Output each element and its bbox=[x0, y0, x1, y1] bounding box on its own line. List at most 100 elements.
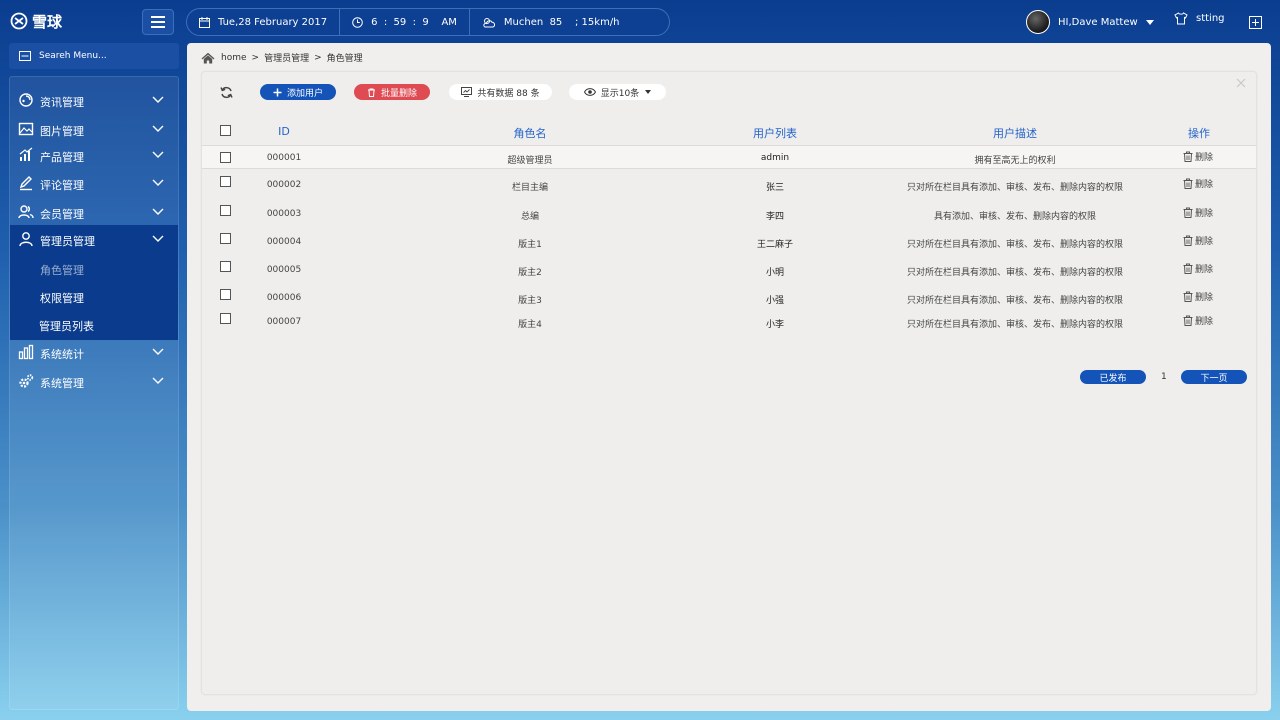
calendar-icon bbox=[199, 16, 210, 28]
column-header-role[interactable]: 角色名 bbox=[514, 125, 547, 141]
chevron-down-icon bbox=[152, 377, 164, 384]
cell-users: 小李 bbox=[765, 320, 785, 330]
row-delete-button[interactable]: 删除 bbox=[1183, 290, 1213, 303]
setting-button[interactable]: stting bbox=[1174, 12, 1225, 25]
weather-text: Muchen 85 ; 15km/h bbox=[503, 16, 620, 28]
row-delete-button[interactable]: 删除 bbox=[1183, 177, 1213, 190]
select-all-checkbox[interactable] bbox=[220, 125, 231, 136]
column-header-id[interactable]: ID bbox=[278, 125, 290, 138]
trash-icon bbox=[1183, 315, 1193, 326]
sidebar-item-label: 评论管理 bbox=[40, 179, 84, 192]
table-row: 000002 栏目主编 张三 只对所在栏目具有添加、审核、发布、删除内容的权限 删除 bbox=[202, 173, 1256, 197]
table-toolbar: 添加用户 批量删除 共有数据 88 条 显示10条 bbox=[202, 84, 1256, 100]
column-header-users[interactable]: 用户列表 bbox=[753, 125, 797, 141]
cell-id: 000007 bbox=[266, 317, 302, 327]
cell-desc: 具有添加、审核、发布、删除内容的权限 bbox=[933, 212, 1097, 222]
trash-icon bbox=[1183, 263, 1193, 274]
row-checkbox[interactable] bbox=[220, 205, 231, 216]
trash-icon bbox=[367, 88, 375, 97]
chevron-down-icon bbox=[152, 208, 164, 215]
edit-icon bbox=[19, 176, 32, 191]
sidebar-item-label: 系统管理 bbox=[40, 377, 84, 390]
cell-users: admin bbox=[760, 153, 790, 163]
weather-segment: Muchen 85 ; 15km/h bbox=[470, 9, 632, 35]
monitor-icon bbox=[461, 87, 473, 97]
add-user-button[interactable]: 添加用户 bbox=[260, 84, 336, 100]
page-size-value: 显示10条 bbox=[600, 88, 640, 99]
table-row: 000007 版主4 小李 只对所在栏目具有添加、审核、发布、删除内容的权限 删除 bbox=[202, 310, 1256, 334]
row-delete-label: 删除 bbox=[1195, 153, 1214, 163]
row-checkbox[interactable] bbox=[220, 261, 231, 272]
row-checkbox[interactable] bbox=[220, 233, 231, 244]
sidebar-item-products[interactable]: 产品管理 bbox=[10, 141, 178, 169]
row-delete-button[interactable]: 删除 bbox=[1183, 262, 1213, 275]
row-checkbox[interactable] bbox=[220, 289, 231, 300]
row-checkbox[interactable] bbox=[220, 313, 231, 324]
table-header: ID 角色名 用户列表 用户描述 操作 bbox=[202, 120, 1256, 144]
plus-square-icon bbox=[1249, 16, 1262, 29]
cell-users: 王二麻子 bbox=[756, 240, 794, 250]
cell-role: 版主3 bbox=[518, 296, 542, 306]
breadcrumb-level1[interactable]: 管理员管理 bbox=[264, 51, 309, 64]
search-box-icon bbox=[19, 51, 31, 61]
sidebar-item-members[interactable]: 会员管理 bbox=[10, 198, 178, 226]
breadcrumb-separator: > bbox=[314, 52, 322, 63]
current-page[interactable]: 1 bbox=[1161, 372, 1167, 382]
row-delete-label: 删除 bbox=[1195, 265, 1214, 275]
cell-id: 000002 bbox=[266, 180, 302, 190]
snow-logo-icon bbox=[10, 12, 28, 30]
sidebar-item-images[interactable]: 图片管理 bbox=[10, 115, 178, 143]
row-checkbox[interactable] bbox=[220, 176, 231, 187]
batch-delete-button[interactable]: 批量删除 bbox=[354, 84, 430, 100]
clock-icon bbox=[352, 16, 363, 28]
chevron-down-icon bbox=[152, 348, 164, 355]
chevron-down-icon bbox=[152, 96, 164, 103]
cell-role: 版主1 bbox=[518, 240, 542, 250]
menu-toggle-button[interactable] bbox=[142, 9, 174, 35]
chevron-down-icon bbox=[1145, 19, 1154, 25]
row-delete-label: 删除 bbox=[1195, 180, 1214, 190]
app-logo-text: 雪球 bbox=[32, 12, 63, 31]
next-page-label: 下一页 bbox=[1200, 373, 1228, 384]
chevron-down-icon bbox=[152, 125, 164, 132]
cell-users: 李四 bbox=[765, 212, 785, 222]
row-delete-button[interactable]: 删除 bbox=[1183, 314, 1213, 327]
trash-icon bbox=[1183, 151, 1193, 162]
time-segment: 6 : 59 : 9 AM bbox=[340, 9, 470, 35]
column-header-desc[interactable]: 用户描述 bbox=[993, 125, 1037, 141]
next-page-button[interactable]: 下一页 bbox=[1181, 370, 1247, 384]
breadcrumb-home[interactable]: home bbox=[221, 53, 247, 63]
home-icon[interactable] bbox=[201, 52, 215, 64]
refresh-icon[interactable] bbox=[220, 86, 233, 99]
avatar[interactable] bbox=[1026, 10, 1050, 34]
cell-role: 栏目主编 bbox=[511, 183, 549, 193]
sidebar-search-input[interactable]: Seareh Menu... bbox=[9, 43, 179, 69]
cell-desc: 只对所在栏目具有添加、审核、发布、删除内容的权限 bbox=[906, 268, 1124, 278]
plus-icon bbox=[273, 88, 282, 96]
image-icon bbox=[18, 122, 34, 136]
total-count-badge: 共有数据 88 条 bbox=[449, 84, 552, 100]
sidebar-item-news[interactable]: 资讯管理 bbox=[10, 86, 178, 114]
sidebar-item-comments[interactable]: 评论管理 bbox=[10, 169, 178, 197]
cell-desc: 只对所在栏目具有添加、审核、发布、删除内容的权限 bbox=[906, 183, 1124, 193]
row-delete-label: 删除 bbox=[1195, 209, 1214, 219]
sidebar-item-system[interactable]: 系统管理 bbox=[10, 367, 178, 395]
role-table-card: 添加用户 批量删除 共有数据 88 条 显示10条 ID 角色名 用户列表 用户… bbox=[201, 71, 1257, 695]
prev-page-button[interactable]: 已发布 bbox=[1080, 370, 1146, 384]
row-delete-button[interactable]: 删除 bbox=[1183, 234, 1213, 247]
app-logo[interactable]: 雪球 bbox=[10, 10, 62, 32]
row-checkbox[interactable] bbox=[220, 152, 231, 163]
sidebar-item-admins[interactable]: 管理员管理 bbox=[10, 225, 178, 253]
submenu-item-admin-list[interactable]: 管理员列表 bbox=[39, 318, 94, 334]
gear-icon bbox=[19, 374, 34, 388]
fullscreen-button[interactable] bbox=[1249, 14, 1262, 33]
page-size-select[interactable]: 显示10条 bbox=[569, 84, 666, 100]
user-menu[interactable]: HI,Dave Mattew bbox=[1026, 9, 1154, 35]
submenu-item-roles[interactable]: 角色管理 bbox=[40, 262, 84, 278]
members-icon bbox=[18, 205, 34, 219]
submenu-item-permissions[interactable]: 权限管理 bbox=[40, 290, 84, 306]
row-delete-button[interactable]: 删除 bbox=[1183, 206, 1213, 219]
sidebar-item-statistics[interactable]: 系统统计 bbox=[10, 338, 178, 366]
row-delete-button[interactable]: 删除 bbox=[1183, 150, 1213, 163]
pagination: 已发布 1 下一页 bbox=[202, 370, 1256, 384]
